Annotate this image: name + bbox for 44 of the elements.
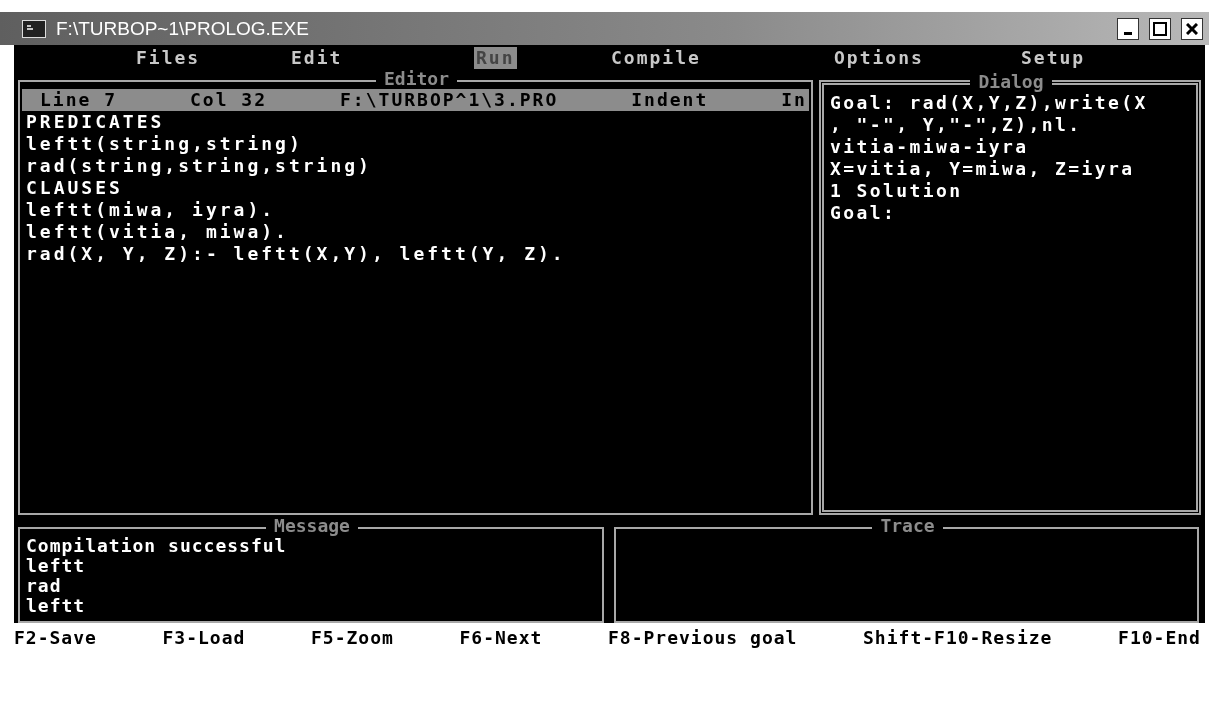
panel-title: Dialog (970, 72, 1052, 92)
close-icon (1186, 22, 1198, 35)
menu-item[interactable]: Edit (289, 46, 345, 69)
text-line: rad(X, Y, Z):- leftt(X,Y), leftt(Y, Z). (26, 243, 567, 265)
function-key-hint[interactable]: F5-Zoom (311, 625, 394, 651)
text-line: leftt (26, 596, 87, 616)
menu-item[interactable]: Compile (609, 46, 703, 69)
function-key-hint[interactable]: F2-Save (14, 625, 97, 651)
maximize-button[interactable] (1149, 17, 1171, 40)
text-line: leftt(vitia, miwa). (26, 221, 290, 243)
console-icon (22, 19, 46, 38)
window-title: F:\TURBOP~1\PROLOG.EXE (56, 17, 310, 40)
minimize-button[interactable] (1117, 17, 1139, 40)
function-key-hint[interactable]: F6-Next (459, 625, 543, 651)
text-line: , "-", Y,"-",Z),nl. (830, 114, 1083, 136)
menu-item[interactable]: Files (134, 46, 203, 69)
panel-title: Message (266, 516, 358, 536)
text-line: Goal: rad(X,Y,Z),write(X (830, 92, 1149, 114)
status-text: In (781, 89, 807, 111)
close-button[interactable] (1181, 17, 1203, 40)
menu-item[interactable]: Options (832, 46, 926, 69)
minimize-icon (1124, 31, 1132, 35)
text-line: leftt(miwa, iyra). (26, 199, 277, 221)
status-text: Line 7 (40, 89, 118, 111)
function-key-hint[interactable]: F3-Load (162, 625, 246, 651)
text-line: PREDICATES (26, 111, 166, 133)
text-line: vitia-miwa-iyra (830, 136, 1030, 158)
text-line: leftt (26, 556, 86, 576)
text-line: Goal: (830, 202, 898, 224)
status-text: F:\TURBOP^1\3.PRO (340, 89, 559, 111)
text-line: X=vitia, Y=miwa, Z=iyra (830, 158, 1136, 180)
status-text: Indent (631, 89, 709, 111)
function-key-hint[interactable]: F10-End (1118, 625, 1201, 651)
status-text: Col 32 (190, 89, 268, 111)
maximize-icon (1153, 21, 1167, 36)
text-line: rad(string,string,string) (26, 155, 373, 177)
menu-item[interactable]: Setup (1019, 46, 1088, 69)
text-line: 1 Solution (830, 180, 964, 202)
text-line: CLAUSES (26, 177, 124, 199)
text-line: Compilation successful (26, 536, 287, 556)
text-line: rad (26, 576, 63, 596)
function-key-hint[interactable]: F8-Previous goal (608, 625, 798, 651)
text-line: leftt(string,string) (26, 133, 304, 155)
function-key-hint[interactable]: Shift-F10-Resize (863, 625, 1053, 651)
